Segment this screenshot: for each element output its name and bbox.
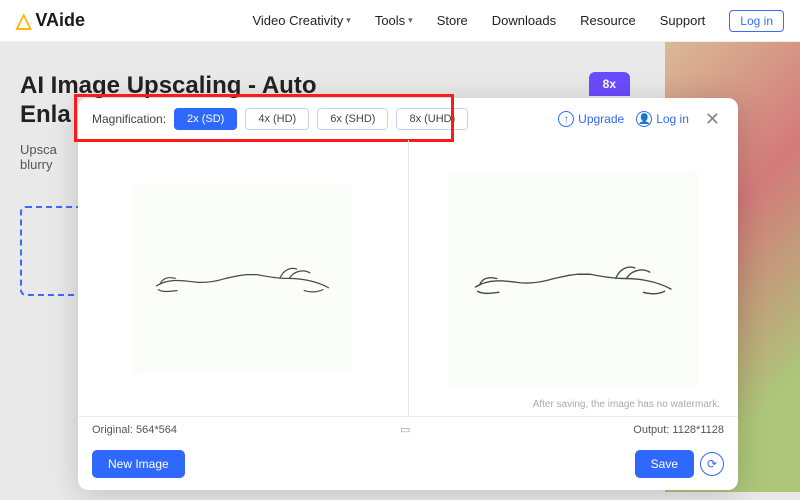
nav-label: Downloads — [492, 13, 556, 28]
chevron-down-icon: ▾ — [408, 15, 413, 26]
nav-label: Store — [437, 13, 468, 28]
mag-option-6x[interactable]: 6x (SHD) — [317, 108, 388, 130]
top-nav: △ VAide Video Creativity ▾ Tools ▾ Store… — [0, 0, 800, 42]
login-label: Log in — [740, 14, 773, 28]
nav-store[interactable]: Store — [437, 13, 468, 28]
mag-option-4x[interactable]: 4x (HD) — [245, 108, 309, 130]
magnification-label: Magnification: — [92, 112, 166, 126]
brand-text: VAide — [35, 10, 85, 31]
original-image — [133, 183, 353, 373]
nav-label: Resource — [580, 13, 636, 28]
magnification-row: Magnification: 2x (SD) 4x (HD) 6x (SHD) … — [92, 108, 468, 130]
nav-login-button[interactable]: Log in — [729, 10, 784, 32]
nav-downloads[interactable]: Downloads — [492, 13, 556, 28]
nav-label: Support — [660, 13, 706, 28]
output-pane — [408, 140, 739, 416]
upscale-badge: 8x — [589, 72, 630, 96]
history-icon[interactable]: ⟳ — [700, 452, 724, 476]
hands-illustration-icon — [149, 241, 336, 316]
chevron-down-icon: ▾ — [346, 15, 351, 26]
upgrade-icon: ↑ — [558, 111, 574, 127]
info-bar: Original: 564*564 ▭ Output: 1128*1128 — [78, 416, 738, 442]
preview-area: After saving, the image has no watermark… — [78, 140, 738, 416]
modal-login-label: Log in — [656, 112, 689, 126]
nav-label: Video Creativity — [252, 13, 343, 28]
mag-option-8x[interactable]: 8x (UHD) — [396, 108, 468, 130]
nav-tools[interactable]: Tools ▾ — [375, 13, 413, 28]
logo-icon: △ — [16, 8, 31, 33]
upgrade-link[interactable]: ↑ Upgrade — [558, 111, 624, 127]
brand-logo[interactable]: △ VAide — [16, 8, 85, 33]
nav-video-creativity[interactable]: Video Creativity ▾ — [252, 13, 350, 28]
mag-option-2x[interactable]: 2x (SD) — [174, 108, 237, 130]
new-image-button[interactable]: New Image — [92, 450, 185, 478]
output-size-label: Output: 1128*1128 — [633, 424, 724, 436]
modal-bottom-bar: New Image Save ⟳ — [78, 442, 738, 490]
watermark-note: After saving, the image has no watermark… — [533, 399, 720, 410]
user-icon: 👤 — [636, 111, 652, 127]
upscale-modal: Magnification: 2x (SD) 4x (HD) 6x (SHD) … — [78, 98, 738, 490]
original-pane — [78, 140, 408, 416]
nav-support[interactable]: Support — [660, 13, 706, 28]
modal-login-link[interactable]: 👤 Log in — [636, 111, 689, 127]
save-button[interactable]: Save — [635, 450, 694, 478]
compare-handle-icon[interactable]: ▭ — [177, 423, 633, 436]
nav-label: Tools — [375, 13, 405, 28]
nav-resource[interactable]: Resource — [580, 13, 636, 28]
output-image — [448, 171, 698, 386]
close-icon[interactable]: ✕ — [701, 109, 724, 130]
modal-toolbar: Magnification: 2x (SD) 4x (HD) 6x (SHD) … — [78, 98, 738, 140]
hands-illustration-icon — [467, 236, 680, 321]
original-size-label: Original: 564*564 — [92, 424, 177, 436]
upgrade-label: Upgrade — [578, 112, 624, 126]
